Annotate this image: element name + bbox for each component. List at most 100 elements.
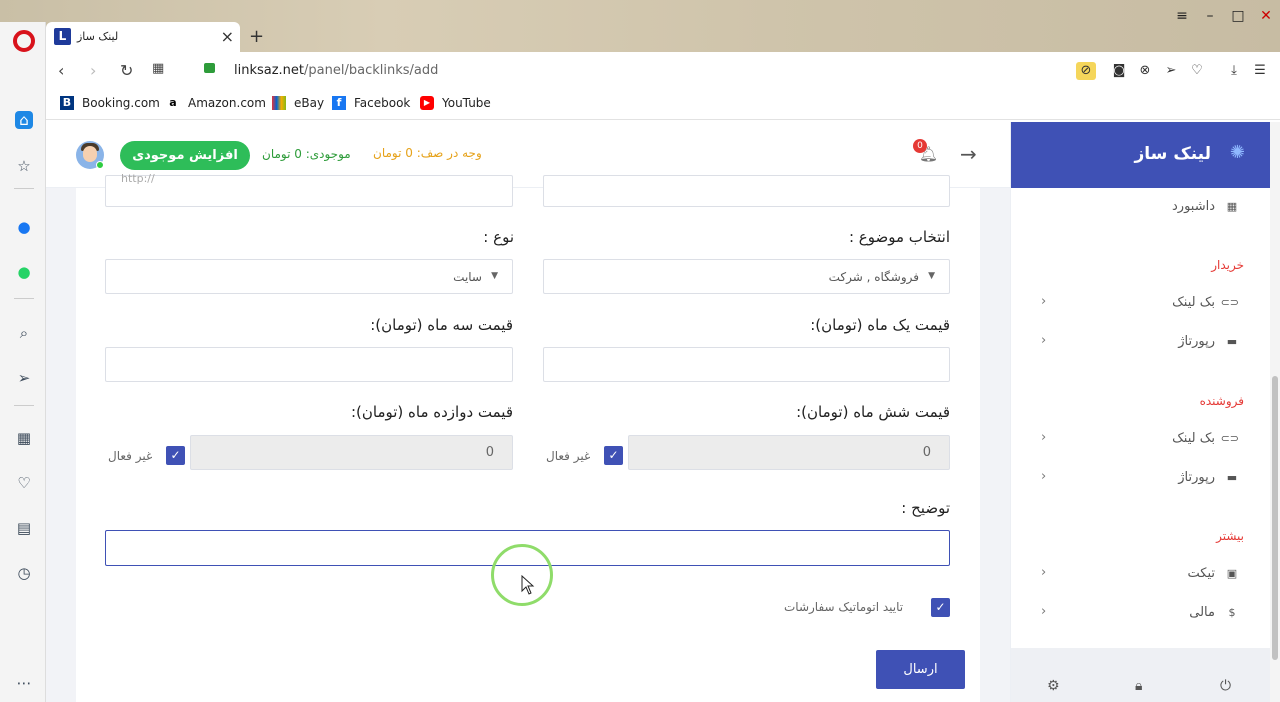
heart-icon[interactable]: ♡ [15, 474, 33, 492]
balance-text: موجودی: 0 تومان [262, 147, 351, 161]
easy-setup-icon[interactable]: ☰ [1250, 62, 1270, 80]
price-12m-input[interactable]: 0 [190, 435, 513, 470]
news-icon[interactable]: ▤ [15, 519, 33, 537]
sidebar-item-buyer-reportage[interactable]: ▬ رپورتاژ ‹ [1011, 333, 1271, 353]
power-icon[interactable]: ⏻ [1220, 678, 1231, 694]
price-3m-input[interactable] [105, 347, 513, 382]
scroll-thumb[interactable] [1272, 376, 1278, 660]
close-tab-icon[interactable]: × [221, 27, 234, 46]
title-input[interactable] [543, 175, 950, 207]
whatsapp-icon[interactable]: ● [15, 263, 33, 281]
sidebar-item-finance[interactable]: $ مالی ‹ [1011, 604, 1271, 624]
brand-logo-icon: ✺ [1229, 142, 1245, 163]
new-tab-icon[interactable]: + [249, 26, 264, 47]
bookmark-booking[interactable]: B Booking.com [60, 96, 160, 110]
brand-header[interactable]: ✺ لینک ساز [1011, 122, 1271, 188]
bookmark-amazon[interactable]: a Amazon.com [166, 96, 266, 110]
inactive-6m-checkbox[interactable]: ✓ [604, 446, 623, 465]
favorite-icon[interactable]: ♡ [1187, 62, 1207, 80]
notification-badge: 0 [913, 139, 927, 153]
pending-text: وجه در صف: 0 تومان [373, 146, 482, 160]
add-balance-button[interactable]: افزایش موجودی [120, 141, 250, 170]
inactive-12m-checkbox[interactable]: ✓ [166, 446, 185, 465]
price-1m-input[interactable] [543, 347, 950, 382]
lock-icon [204, 63, 215, 73]
type-select[interactable]: ▼ سایت [105, 259, 513, 294]
opera-logo-icon[interactable] [13, 30, 35, 52]
close-window-icon[interactable]: ✕ [1252, 8, 1280, 24]
chevron-left-icon: ‹ [1041, 294, 1047, 309]
submit-button[interactable]: ارسال [876, 650, 965, 689]
comment-icon: ▬ [1226, 471, 1238, 484]
url-input[interactable]: http:// [105, 172, 513, 207]
messenger-icon[interactable]: ● [15, 218, 33, 236]
price-3m-label: قیمت سه ماه (تومان): [370, 316, 513, 334]
seller-section-title: فروشنده [1199, 394, 1244, 408]
site-logo-icon: L [54, 28, 71, 45]
history-icon[interactable]: ◷ [15, 564, 33, 582]
send-icon[interactable]: ➢ [15, 369, 33, 387]
lock-screen-icon[interactable]: 🔒︎ [1135, 678, 1142, 694]
camera-icon[interactable]: ◙ [1109, 62, 1129, 80]
bookmark-youtube[interactable]: ▶ YouTube [420, 96, 491, 110]
forward-icon[interactable]: › [90, 61, 96, 80]
maximize-icon[interactable]: □ [1224, 8, 1252, 24]
facebook-icon: f [332, 96, 346, 110]
bookmark-ebay[interactable]: eBay [272, 96, 324, 110]
sidebar-item-ticket[interactable]: ▣ تیکت ‹ [1011, 565, 1271, 585]
sidebar-item-buyer-backlink[interactable]: ⊂⊃ بک لینک ‹ [1011, 294, 1271, 314]
reload-icon[interactable]: ↻ [120, 61, 133, 80]
buyer-section-title: خریدار [1211, 258, 1244, 272]
sidebar-item-dashboard[interactable]: ▦ داشبورد [1011, 198, 1271, 218]
inactive-6m-label: غیر فعال [546, 449, 591, 463]
tabs-grid-icon[interactable]: ▦ [152, 61, 164, 76]
dashboard-icon: ▦ [1226, 200, 1238, 213]
download-icon[interactable]: ⤓ [1224, 62, 1244, 80]
ticket-icon: ▣ [1226, 567, 1238, 580]
topic-label: انتخاب موضوع : [848, 228, 950, 246]
price-6m-label: قیمت شش ماه (تومان): [796, 403, 950, 421]
link-icon: ⊂⊃ [1220, 432, 1239, 445]
price-1m-label: قیمت یک ماه (تومان): [810, 316, 950, 334]
inactive-12m-label: غیر فعال [108, 449, 153, 463]
back-icon[interactable]: ‹ [58, 61, 64, 80]
grid-icon[interactable]: ▦ [15, 429, 33, 447]
page: افزایش موجودی موجودی: 0 تومان وجه در صف:… [46, 122, 1280, 702]
arrow-right-icon[interactable]: → [960, 142, 977, 166]
menu-icon[interactable]: ≡ [1168, 8, 1196, 24]
settings-icon[interactable]: ⚙ [1047, 678, 1060, 694]
chevron-left-icon: ‹ [1041, 604, 1047, 619]
topic-select[interactable]: ▼ فروشگاه , شرکت [543, 259, 950, 294]
youtube-icon: ▶ [420, 96, 434, 110]
minimize-icon[interactable]: – [1196, 8, 1224, 24]
dollar-icon: $ [1228, 606, 1236, 619]
brand-title: لینک ساز [1134, 144, 1211, 164]
price-6m-input[interactable]: 0 [628, 435, 950, 470]
comment-icon: ▬ [1226, 335, 1238, 348]
online-status-icon [96, 161, 104, 169]
browser-titlebar: L لینک ساز × + ≡ – □ ✕ [0, 0, 1280, 52]
sidebar-item-seller-backlink[interactable]: ⊂⊃ بک لینک ‹ [1011, 430, 1271, 450]
adblock-icon[interactable]: ⊘ [1076, 62, 1096, 80]
flow-icon[interactable]: ➢ [1161, 62, 1181, 80]
more-icon[interactable]: ⋯ [15, 674, 33, 692]
star-icon[interactable]: ☆ [15, 157, 33, 175]
booking-icon: B [60, 96, 74, 110]
tab-title: لینک ساز [77, 30, 119, 43]
browser-tab[interactable]: L لینک ساز × [46, 22, 240, 52]
page-scrollbar[interactable] [1270, 122, 1280, 702]
home-icon[interactable]: ⌂ [15, 111, 33, 129]
auto-confirm-checkbox[interactable]: ✓ [931, 598, 950, 617]
sidebar-item-seller-reportage[interactable]: ▬ رپورتاژ ‹ [1011, 469, 1271, 489]
chevron-left-icon: ‹ [1041, 333, 1047, 348]
auto-confirm-label: تایید اتوماتیک سفارشات [784, 600, 904, 614]
search-icon[interactable]: ⌕ [15, 324, 33, 342]
bookmark-facebook[interactable]: f Facebook [332, 96, 410, 110]
url-field[interactable]: linksaz.net/panel/backlinks/add [234, 63, 438, 78]
opera-sidebar: ⌂ ☆ ● ● ⌕ ➢ ▦ ♡ ▤ ◷ ⋯ [0, 22, 46, 702]
tracker-icon[interactable]: ⊗ [1135, 62, 1155, 80]
description-label: توضیح : [901, 499, 950, 517]
type-label: نوع : [483, 228, 514, 246]
amazon-icon: a [169, 96, 177, 109]
chevron-left-icon: ‹ [1041, 469, 1047, 484]
